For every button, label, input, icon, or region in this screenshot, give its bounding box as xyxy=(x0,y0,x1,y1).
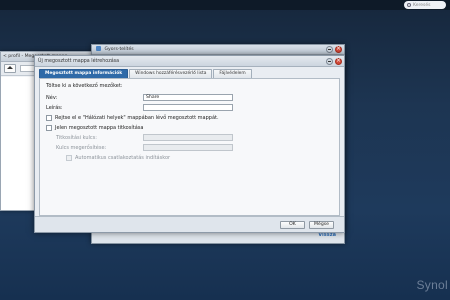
tab-file-protection[interactable]: Fájlvédelem xyxy=(213,69,252,78)
hide-in-network-label: Rejtse el e "Hálózati helyek" mappában l… xyxy=(55,115,219,121)
confirm-key-input[interactable] xyxy=(143,144,233,151)
encrypt-folder-label: Jelen megosztott mappa titkosítása xyxy=(55,125,144,131)
search-field[interactable]: Keresés xyxy=(404,1,446,9)
app-icon xyxy=(96,46,101,51)
folder-tree[interactable] xyxy=(1,77,36,210)
search-placeholder: Keresés xyxy=(413,2,431,8)
description-input[interactable] xyxy=(143,104,233,111)
tab-shared-folder-info[interactable]: Megosztott mappa információk xyxy=(39,69,129,78)
dialog-titlebar: Új megosztott mappa létrehozása xyxy=(35,56,344,67)
name-input[interactable]: Share xyxy=(143,94,233,101)
dialog-title: Új megosztott mappa létrehozása xyxy=(38,59,120,64)
desktop-taskbar: Keresés xyxy=(0,0,450,10)
auto-mount-checkbox[interactable] xyxy=(66,155,72,161)
home-button[interactable] xyxy=(4,64,16,73)
encryption-key-input[interactable] xyxy=(143,134,233,141)
cancel-button[interactable]: Mégse xyxy=(309,221,334,229)
create-shared-folder-dialog[interactable]: Új megosztott mappa létrehozása Megoszto… xyxy=(34,55,345,233)
hide-in-network-checkbox[interactable] xyxy=(46,115,52,121)
ok-button[interactable]: OK xyxy=(280,221,305,229)
wizard-window-title: Gyors-telítés xyxy=(104,47,134,52)
close-button[interactable] xyxy=(335,45,342,53)
auto-mount-label: Automatikus csatlakoztatás indításkor xyxy=(75,155,171,161)
home-icon xyxy=(7,66,13,69)
encrypt-folder-checkbox[interactable] xyxy=(46,125,52,131)
minimize-button[interactable] xyxy=(326,58,333,65)
minimize-button[interactable] xyxy=(326,46,333,53)
encryption-key-label: Titkosítási kulcs: xyxy=(56,135,97,141)
search-icon xyxy=(407,3,411,7)
tab-panel: Töltse ki a következő mezőket: Név: Shar… xyxy=(39,78,340,216)
brand-logo-text: Synol xyxy=(416,278,448,292)
dialog-tabs: Megosztott mappa információk Windows hoz… xyxy=(39,69,340,78)
confirm-key-label: Kulcs megerősítése: xyxy=(56,145,107,151)
tab-windows-acl[interactable]: Windows hozzáférésvezérlő lista xyxy=(129,69,213,78)
dialog-footer: OK Mégse xyxy=(35,216,344,232)
description-label: Leírás: xyxy=(46,105,63,111)
name-label: Név: xyxy=(46,95,58,101)
form-intro: Töltse ki a következő mezőket: xyxy=(46,83,123,89)
wizard-window-titlebar: Gyors-telítés xyxy=(92,45,344,55)
close-button[interactable] xyxy=(335,57,342,65)
